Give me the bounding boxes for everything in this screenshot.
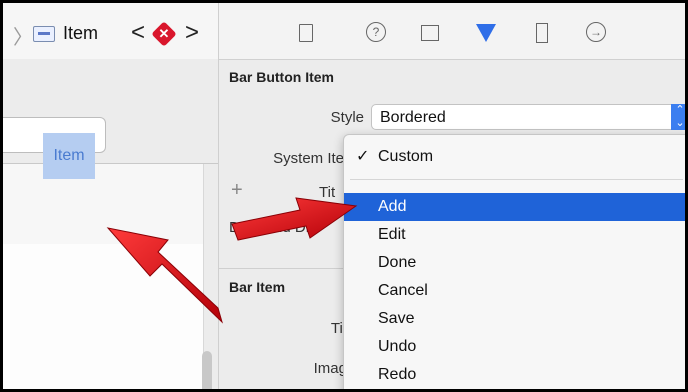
menu-item-label: Done xyxy=(378,254,417,271)
menu-item-label: Cancel xyxy=(378,282,428,299)
jump-item-label[interactable]: Item xyxy=(63,23,98,44)
storyboard-canvas[interactable] xyxy=(3,59,218,389)
system-item-label: System Ite xyxy=(273,150,344,167)
scrollbar-thumb[interactable] xyxy=(202,351,212,389)
bar-item-image-label: Imag xyxy=(313,360,347,377)
menu-item-redo[interactable]: Redo xyxy=(344,361,685,389)
menu-item-label: Add xyxy=(378,198,407,215)
connections-icon[interactable]: → xyxy=(585,21,607,43)
style-value: Bordered xyxy=(380,109,446,126)
menu-item-undo[interactable]: Undo xyxy=(344,333,685,361)
menu-item-cancel[interactable]: Cancel xyxy=(344,277,685,305)
checkmark-icon: ✓ xyxy=(356,148,370,165)
menu-item-label: Redo xyxy=(378,366,417,383)
bar-item-icon xyxy=(33,26,55,42)
menu-item-label: Save xyxy=(378,310,415,327)
file-icon[interactable] xyxy=(295,21,317,43)
chevron-right-icon[interactable]: > xyxy=(185,19,199,47)
section-title-bar-item: Bar Item xyxy=(229,279,286,295)
menu-item-label: Undo xyxy=(378,338,417,355)
identity-icon[interactable] xyxy=(419,21,441,43)
menu-item-label: Custom xyxy=(378,148,434,165)
attributes-icon[interactable] xyxy=(475,21,497,43)
error-x-glyph: ✕ xyxy=(158,26,170,41)
section-title-bar-button-item: Bar Button Item xyxy=(229,69,334,85)
selected-bar-button-item[interactable]: Item xyxy=(43,133,95,179)
menu-separator xyxy=(350,179,683,180)
editor-pane: 〉 Item < ✕ > Item xyxy=(3,3,218,389)
menu-item-custom[interactable]: ✓ Custom xyxy=(344,143,685,171)
scene-toolbar xyxy=(3,164,204,244)
style-popup[interactable]: Bordered ⌃ ⌄ xyxy=(371,104,685,130)
style-label: Style xyxy=(330,109,364,126)
menu-item-label: Edit xyxy=(378,226,406,243)
error-badge-icon[interactable]: ✕ xyxy=(151,21,177,47)
size-icon[interactable] xyxy=(531,21,553,43)
popup-stepper-icon: ⌃ ⌄ xyxy=(671,104,685,130)
system-item-menu[interactable]: ✓ Custom Add Edit Done Cancel Save Undo … xyxy=(343,134,685,389)
help-icon[interactable]: ? xyxy=(365,21,387,43)
drag-drop-label: Drag and Dro xyxy=(229,219,320,236)
screenshot-root: 〉 Item < ✕ > Item ? → Bar Button Item St… xyxy=(0,0,688,392)
jump-bar: 〉 Item < ✕ > xyxy=(3,3,218,60)
xcode-window: 〉 Item < ✕ > Item ? → Bar Button Item St… xyxy=(3,3,685,389)
menu-item-edit[interactable]: Edit xyxy=(344,221,685,249)
scene-body xyxy=(3,244,204,389)
inspector-toolbar: ? → xyxy=(219,3,685,60)
jump-separator: 〉 xyxy=(13,27,33,49)
menu-item-done[interactable]: Done xyxy=(344,249,685,277)
plus-icon[interactable]: + xyxy=(231,179,243,202)
menu-item-add[interactable]: Add xyxy=(344,193,685,221)
menu-item-save[interactable]: Save xyxy=(344,305,685,333)
chevron-left-icon[interactable]: < xyxy=(131,19,145,47)
bar-item-title-label: Tit xyxy=(330,320,347,337)
